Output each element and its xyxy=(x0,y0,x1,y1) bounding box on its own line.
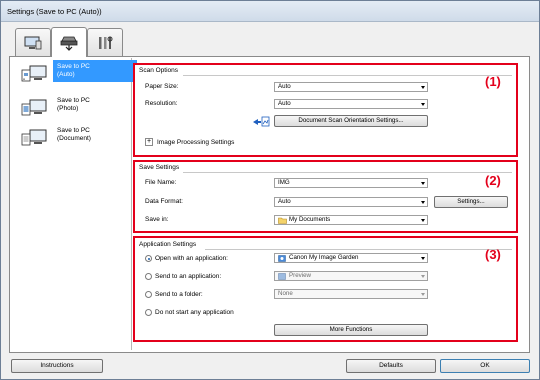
tab-scan-from-operation-panel[interactable] xyxy=(51,27,87,57)
label-line-2: (Photo) xyxy=(57,105,79,112)
sidebar-item-save-to-pc-photo[interactable]: Save to PC (Photo) xyxy=(12,94,138,124)
tab-general-settings[interactable] xyxy=(87,28,123,56)
highlight-box-1 xyxy=(133,63,518,157)
label-line-1: Save to PC xyxy=(57,63,90,70)
callout-number-1: (1) xyxy=(485,74,501,89)
sidebar-item-label: Save to PC (Photo) xyxy=(53,94,137,116)
instructions-button[interactable]: Instructions xyxy=(11,359,103,373)
label-line-2: (Auto) xyxy=(57,71,75,78)
sidebar-item-label: Save to PC (Document) xyxy=(53,124,137,146)
label-line-1: Save to PC xyxy=(57,127,90,134)
label-line-2: (Document) xyxy=(57,135,91,142)
label-line-1: Save to PC xyxy=(57,97,90,104)
sidebar-item-save-to-pc-auto[interactable]: A Save to PC (Auto) xyxy=(12,60,138,90)
highlight-box-2 xyxy=(133,160,518,233)
tab-scan-from-computer[interactable] xyxy=(15,28,51,56)
computer-icon xyxy=(24,36,42,49)
callout-number-2: (2) xyxy=(485,173,501,188)
callout-number-3: (3) xyxy=(485,247,501,262)
sidebar-item-label: Save to PC (Auto) xyxy=(53,60,137,82)
highlight-box-3 xyxy=(133,236,518,342)
scan-type-list: A Save to PC (Auto) Save to PC (Photo) S… xyxy=(10,58,137,350)
ok-button[interactable]: OK xyxy=(440,359,530,373)
window-title: Settings (Save to PC (Auto)) xyxy=(7,7,102,16)
scan-photo-icon xyxy=(21,99,47,116)
sidebar-item-save-to-pc-document[interactable]: Save to PC (Document) xyxy=(12,124,138,154)
scan-auto-icon: A xyxy=(21,65,47,82)
settings-window: Settings (Save to PC (Auto)) A Save to P… xyxy=(0,0,540,380)
scan-document-icon xyxy=(21,129,47,146)
title-bar: Settings (Save to PC (Auto)) xyxy=(1,1,539,22)
defaults-button[interactable]: Defaults xyxy=(346,359,436,373)
tools-icon xyxy=(99,36,113,49)
scanner-icon xyxy=(60,36,78,51)
